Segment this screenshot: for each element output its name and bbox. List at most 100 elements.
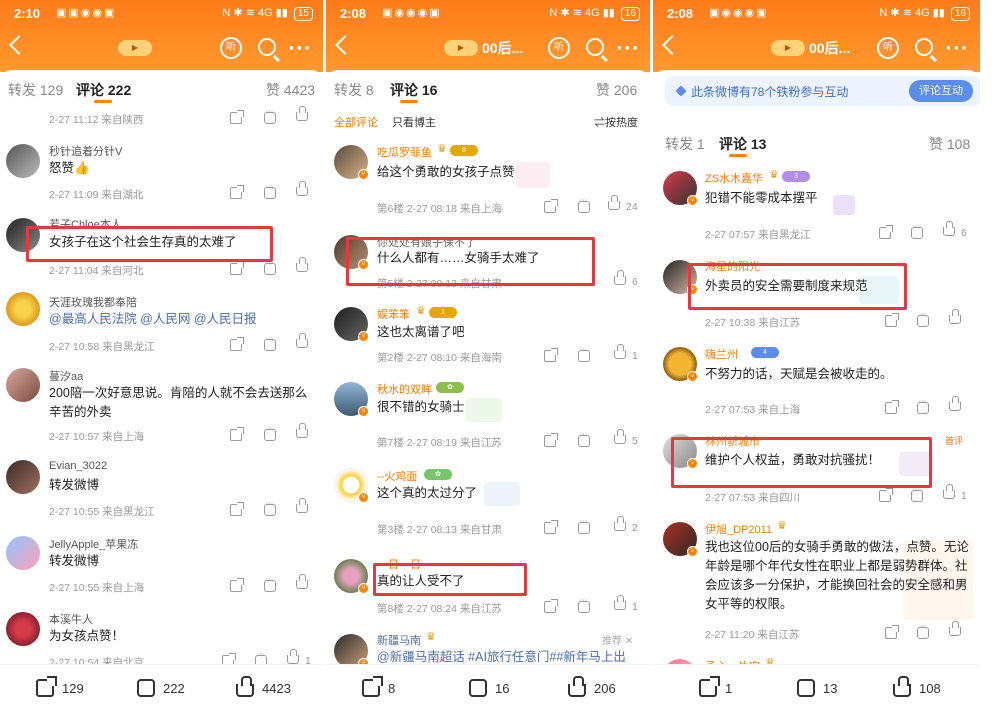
back-icon[interactable] <box>335 35 355 55</box>
share-icon[interactable] <box>885 625 899 639</box>
search-icon[interactable] <box>258 38 276 56</box>
share-icon[interactable] <box>230 427 244 441</box>
comment-username[interactable]: 蔓汐aa <box>49 368 83 384</box>
like-icon[interactable] <box>287 649 299 664</box>
tab-repost[interactable]: 转发 8 <box>334 80 374 100</box>
comment-username[interactable]: 伊旭_DP2011 <box>705 521 772 537</box>
comment-username[interactable]: 本溪牛人 <box>49 611 93 627</box>
like-icon[interactable] <box>614 595 626 610</box>
share-icon[interactable] <box>885 400 899 414</box>
share-icon[interactable] <box>544 199 558 213</box>
like-icon[interactable] <box>949 309 961 324</box>
listen-icon[interactable]: 听 <box>877 37 899 59</box>
comment-username[interactable]: 天涯玫瑰我都奉陪 <box>49 294 137 310</box>
avatar[interactable] <box>6 292 40 326</box>
comment-username[interactable]: 吃瓜罗菲鱼 <box>377 144 432 160</box>
more-icon[interactable]: ··· <box>945 38 969 59</box>
more-icon[interactable]: ··· <box>616 38 640 59</box>
comment-username[interactable]: 娱笨笨 <box>377 306 410 322</box>
comment-username[interactable]: Evian_3022 <box>49 460 107 472</box>
avatar[interactable] <box>6 536 40 570</box>
search-icon[interactable] <box>586 38 604 56</box>
back-icon[interactable] <box>9 35 29 55</box>
tab-repost[interactable]: 转发 129 <box>8 80 63 100</box>
tab-comments[interactable]: 评论 222 <box>76 80 131 100</box>
avatar[interactable] <box>6 144 40 178</box>
like-icon[interactable] <box>943 221 955 236</box>
comment-icon[interactable] <box>797 676 815 697</box>
like-icon[interactable] <box>296 333 308 348</box>
repost-icon[interactable] <box>36 676 57 697</box>
share-icon[interactable] <box>879 225 893 239</box>
share-icon[interactable] <box>544 348 558 362</box>
share-icon[interactable] <box>230 578 244 592</box>
comment-icon[interactable] <box>917 310 929 327</box>
comment-count[interactable]: 16 <box>495 681 509 696</box>
like-icon[interactable] <box>949 621 961 636</box>
repost-count[interactable]: 1 <box>725 681 732 696</box>
like-count[interactable]: 4423 <box>262 681 291 696</box>
filter-all[interactable]: 全部评论 <box>334 114 378 130</box>
comment-text[interactable]: @最高人民法院 @人民网 @人民日报 <box>49 310 309 329</box>
share-icon[interactable] <box>230 261 244 275</box>
repost-icon[interactable] <box>699 676 720 697</box>
banner-button[interactable]: 评论互动 <box>909 80 973 102</box>
like-icon[interactable] <box>608 195 620 210</box>
share-icon[interactable] <box>885 313 899 327</box>
like-icon[interactable] <box>236 676 254 697</box>
like-icon[interactable] <box>296 498 308 513</box>
comment-count[interactable]: 13 <box>823 681 837 696</box>
comment-icon[interactable] <box>264 334 276 351</box>
share-icon[interactable] <box>544 520 558 534</box>
like-icon[interactable] <box>614 429 626 444</box>
more-icon[interactable]: ··· <box>288 38 312 59</box>
comment-icon[interactable] <box>469 676 487 697</box>
topic-title[interactable]: 00后... <box>809 38 850 58</box>
like-icon[interactable] <box>614 516 626 531</box>
like-count[interactable]: 206 <box>594 681 616 696</box>
like-icon[interactable] <box>943 484 955 499</box>
comment-icon[interactable] <box>578 430 590 447</box>
comment-icon[interactable] <box>578 345 590 362</box>
comment-icon[interactable] <box>264 424 276 441</box>
like-icon[interactable] <box>614 270 626 285</box>
like-count[interactable]: 108 <box>919 681 941 696</box>
share-icon[interactable] <box>230 502 244 516</box>
like-icon[interactable] <box>893 676 911 697</box>
tab-comments[interactable]: 评论 13 <box>719 134 766 154</box>
like-icon[interactable] <box>296 257 308 272</box>
like-icon[interactable] <box>296 574 308 589</box>
repost-count[interactable]: 8 <box>388 681 395 696</box>
listen-icon[interactable]: 听 <box>548 37 570 59</box>
comment-count[interactable]: 222 <box>163 681 185 696</box>
repost-icon[interactable] <box>362 676 383 697</box>
listen-icon[interactable]: 听 <box>220 37 242 59</box>
comment-icon[interactable] <box>264 107 276 124</box>
comment-username[interactable]: 新疆马南 <box>377 632 421 648</box>
filter-author[interactable]: 只看博主 <box>392 114 436 130</box>
comment-icon[interactable] <box>137 676 155 697</box>
comment-icon[interactable] <box>917 622 929 639</box>
tab-comments[interactable]: 评论 16 <box>390 80 437 100</box>
share-icon[interactable] <box>230 185 244 199</box>
comment-username[interactable]: 秋水的双眸 <box>377 381 432 397</box>
share-icon[interactable] <box>230 337 244 351</box>
share-icon[interactable] <box>879 488 893 502</box>
comment-username[interactable]: ZS水木嘉华 <box>705 170 763 186</box>
share-icon[interactable] <box>230 110 244 124</box>
share-icon[interactable] <box>544 599 558 613</box>
comment-icon[interactable] <box>917 397 929 414</box>
comment-icon[interactable] <box>264 258 276 275</box>
like-icon[interactable] <box>568 676 586 697</box>
comment-icon[interactable] <box>264 499 276 516</box>
comment-icon[interactable] <box>264 575 276 592</box>
tab-likes[interactable]: 赞 206 <box>596 80 637 100</box>
like-icon[interactable] <box>614 344 626 359</box>
like-icon[interactable] <box>296 106 308 121</box>
comment-username[interactable]: --火鸡面 <box>377 468 417 484</box>
like-icon[interactable] <box>296 423 308 438</box>
topic-title[interactable]: 00后... <box>482 38 523 58</box>
recommend-tag[interactable]: 推荐 ✕ <box>602 632 633 647</box>
like-icon[interactable] <box>296 181 308 196</box>
search-icon[interactable] <box>915 38 933 56</box>
